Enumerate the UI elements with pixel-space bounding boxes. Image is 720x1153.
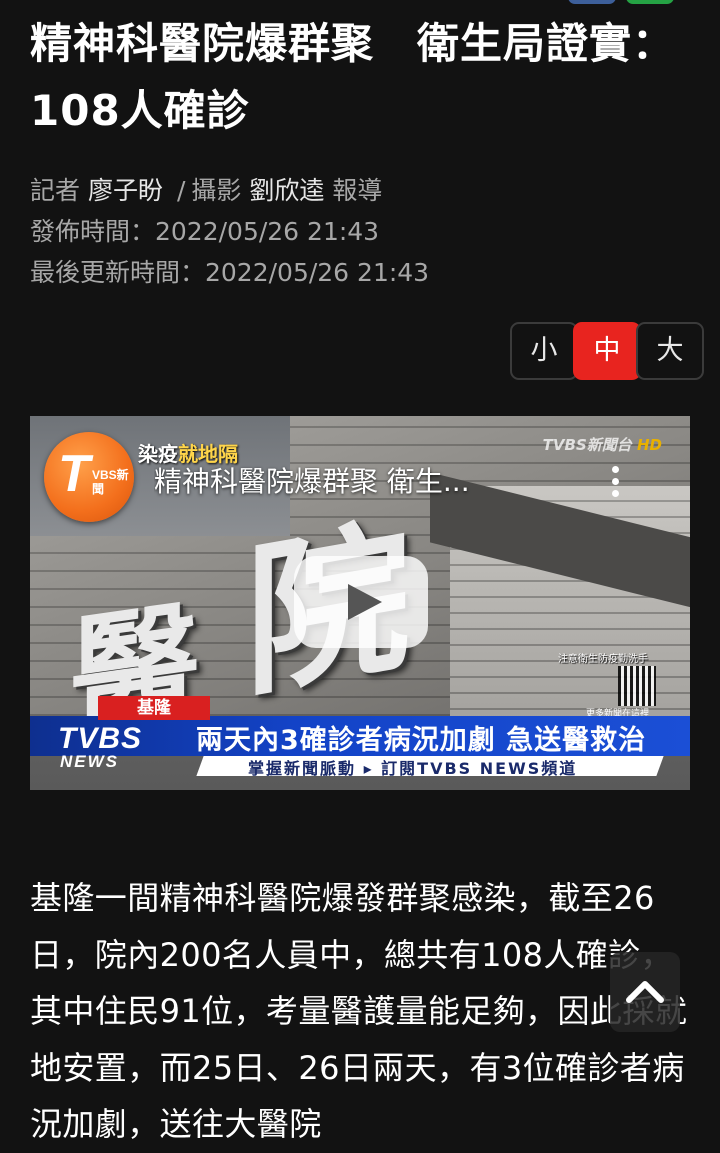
channel-avatar[interactable]: T VBS新聞 <box>44 432 134 522</box>
article-meta: 記者 廖子盼 / 攝影 劉欣逵 報導 發佈時間：2022/05/26 21:43 … <box>30 170 429 293</box>
byline-separator: / <box>176 176 186 205</box>
kebab-menu-icon[interactable] <box>598 462 632 502</box>
font-size-medium-button[interactable]: 中 <box>573 322 641 380</box>
video-title[interactable]: 精神科醫院爆群聚 衛生... <box>154 460 554 500</box>
banner-headline: 兩天內3確診者病況加劇 急送醫救治 <box>196 725 647 756</box>
published-time: 發佈時間：2022/05/26 21:43 <box>30 217 380 246</box>
watermark-text: TVBS新聞台 <box>542 436 632 454</box>
qr-code <box>618 666 656 706</box>
font-size-small-button[interactable]: 小 <box>510 322 578 380</box>
channel-logo-letter: T <box>58 445 90 503</box>
top-tab-blue[interactable] <box>568 0 616 4</box>
article-headline: 精神科醫院爆群聚 衛生局證實：108人確診 <box>30 19 676 135</box>
tvbs-news-logo: TVBS NEWS <box>48 722 188 778</box>
photographer-label: 攝影 <box>191 176 242 205</box>
byline: 記者 廖子盼 / 攝影 劉欣逵 報導 <box>30 170 429 211</box>
play-icon[interactable] <box>294 556 428 648</box>
channel-logo-sub: VBS新聞 <box>92 468 129 496</box>
photographer-name: 劉欣逵 <box>249 176 325 205</box>
watermark-hd: HD <box>636 436 662 454</box>
news-logo-line2: NEWS <box>60 752 119 771</box>
channel-watermark: TVBS新聞台 HD <box>543 434 662 455</box>
sub-banner-text: 掌握新聞脈動 ▸ 訂閱TVBS NEWS頻道 <box>248 759 578 778</box>
top-tab-green[interactable] <box>626 0 674 4</box>
chevron-up-icon <box>626 981 664 1003</box>
updated-time: 最後更新時間：2022/05/26 21:43 <box>30 258 430 287</box>
news-logo-line1: TVBS <box>58 722 143 755</box>
scroll-to-top-button[interactable] <box>610 952 680 1032</box>
byline-suffix: 報導 <box>332 176 383 205</box>
font-size-large-button[interactable]: 大 <box>636 322 704 380</box>
location-tag: 基隆 <box>98 696 210 720</box>
top-tab-indicators <box>560 0 690 4</box>
reporter-label: 記者 <box>30 176 81 205</box>
reporter-name: 廖子盼 <box>87 176 163 205</box>
video-player[interactable]: 醫 院 染疫就地隔 TVBS新聞台 HD T VBS新聞 精神科醫院爆群聚 衛生… <box>30 416 690 790</box>
qr-caption: 注意衛生防疫勤洗手 <box>558 654 648 665</box>
article-body: 基隆一間精神科醫院爆發群聚感染，截至26日，院內200名人員中，總共有108人確… <box>30 879 688 1143</box>
